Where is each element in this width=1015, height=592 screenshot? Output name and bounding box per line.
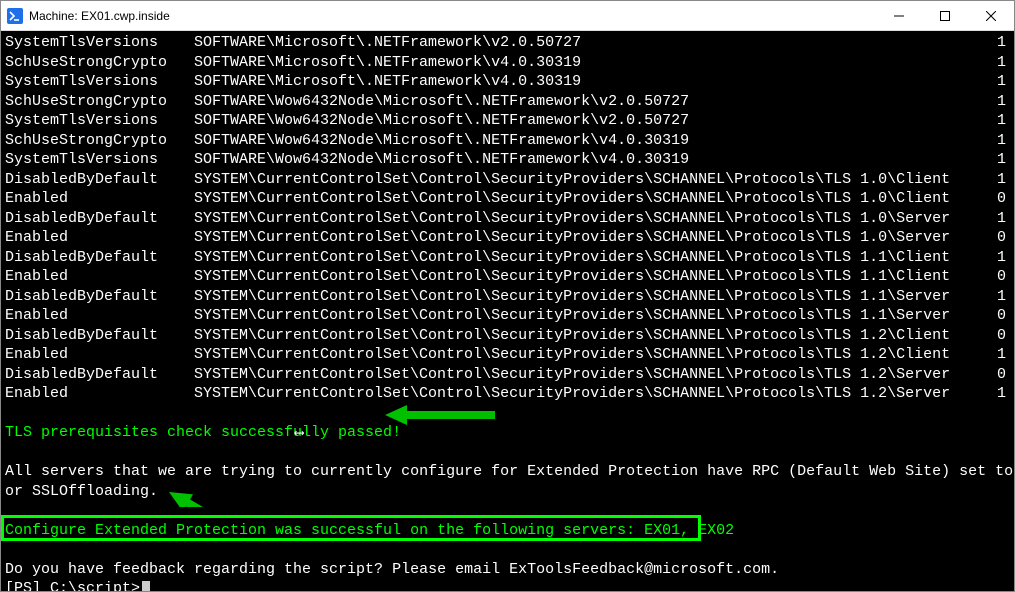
registry-key: Enabled xyxy=(5,384,194,404)
registry-key: SystemTlsVersions xyxy=(5,33,194,53)
registry-key: Enabled xyxy=(5,345,194,365)
registry-row: EnabledSYSTEM\CurrentControlSet\Control\… xyxy=(5,345,1010,365)
success-line: Configure Extended Protection was succes… xyxy=(5,521,1010,541)
registry-value: 0 xyxy=(983,326,1010,346)
registry-path: SOFTWARE\Wow6432Node\Microsoft\.NETFrame… xyxy=(194,150,983,170)
registry-key: Enabled xyxy=(5,267,194,287)
registry-value: 0 xyxy=(983,267,1010,287)
registry-key: SchUseStrongCrypto xyxy=(5,92,194,112)
registry-row: SystemTlsVersionsSOFTWARE\Wow6432Node\Mi… xyxy=(5,150,1010,170)
registry-path: SYSTEM\CurrentControlSet\Control\Securit… xyxy=(194,189,983,209)
app-window: Machine: EX01.cwp.inside SystemTlsVersio… xyxy=(0,0,1015,592)
cursor-icon xyxy=(142,581,150,591)
registry-path: SYSTEM\CurrentControlSet\Control\Securit… xyxy=(194,248,983,268)
blank-line xyxy=(5,443,1010,463)
registry-key: SystemTlsVersions xyxy=(5,111,194,131)
registry-path: SYSTEM\CurrentControlSet\Control\Securit… xyxy=(194,267,983,287)
registry-row: DisabledByDefaultSYSTEM\CurrentControlSe… xyxy=(5,248,1010,268)
registry-row: SchUseStrongCryptoSOFTWARE\Wow6432Node\M… xyxy=(5,131,1010,151)
registry-path: SYSTEM\CurrentControlSet\Control\Securit… xyxy=(194,170,983,190)
maximize-button[interactable] xyxy=(922,1,968,31)
registry-path: SOFTWARE\Microsoft\.NETFramework\v4.0.30… xyxy=(194,72,983,92)
registry-value: 1 xyxy=(983,384,1010,404)
registry-path: SOFTWARE\Wow6432Node\Microsoft\.NETFrame… xyxy=(194,131,983,151)
registry-value: 1 xyxy=(983,92,1010,112)
registry-row: SystemTlsVersionsSOFTWARE\Microsoft\.NET… xyxy=(5,72,1010,92)
registry-path: SYSTEM\CurrentControlSet\Control\Securit… xyxy=(194,365,983,385)
registry-value: 1 xyxy=(983,209,1010,229)
servers-note-line1: All servers that we are trying to curren… xyxy=(5,462,1010,482)
registry-row: SystemTlsVersionsSOFTWARE\Wow6432Node\Mi… xyxy=(5,111,1010,131)
registry-row: DisabledByDefaultSYSTEM\CurrentControlSe… xyxy=(5,326,1010,346)
registry-row: EnabledSYSTEM\CurrentControlSet\Control\… xyxy=(5,267,1010,287)
registry-path: SYSTEM\CurrentControlSet\Control\Securit… xyxy=(194,306,983,326)
registry-value: 1 xyxy=(983,53,1010,73)
registry-value: 1 xyxy=(983,111,1010,131)
registry-path: SYSTEM\CurrentControlSet\Control\Securit… xyxy=(194,326,983,346)
registry-value: 1 xyxy=(983,248,1010,268)
registry-key: SystemTlsVersions xyxy=(5,150,194,170)
registry-row: DisabledByDefaultSYSTEM\CurrentControlSe… xyxy=(5,365,1010,385)
powershell-icon xyxy=(7,8,23,24)
registry-key: SystemTlsVersions xyxy=(5,72,194,92)
tls-ok-line: TLS prerequisites check successfully pas… xyxy=(5,423,1010,443)
registry-key: DisabledByDefault xyxy=(5,248,194,268)
registry-path: SOFTWARE\Wow6432Node\Microsoft\.NETFrame… xyxy=(194,111,983,131)
registry-path: SYSTEM\CurrentControlSet\Control\Securit… xyxy=(194,228,983,248)
prompt-text: [PS] C:\script> xyxy=(5,579,140,591)
registry-row: EnabledSYSTEM\CurrentControlSet\Control\… xyxy=(5,228,1010,248)
registry-path: SYSTEM\CurrentControlSet\Control\Securit… xyxy=(194,209,983,229)
registry-row: SchUseStrongCryptoSOFTWARE\Microsoft\.NE… xyxy=(5,53,1010,73)
registry-path: SYSTEM\CurrentControlSet\Control\Securit… xyxy=(194,384,983,404)
registry-key: DisabledByDefault xyxy=(5,287,194,307)
registry-path: SOFTWARE\Microsoft\.NETFramework\v2.0.50… xyxy=(194,33,983,53)
registry-value: 0 xyxy=(983,365,1010,385)
registry-row: EnabledSYSTEM\CurrentControlSet\Control\… xyxy=(5,384,1010,404)
registry-value: 1 xyxy=(983,33,1010,53)
minimize-button[interactable] xyxy=(876,1,922,31)
registry-path: SYSTEM\CurrentControlSet\Control\Securit… xyxy=(194,287,983,307)
registry-row: SystemTlsVersionsSOFTWARE\Microsoft\.NET… xyxy=(5,33,1010,53)
registry-value: 1 xyxy=(983,131,1010,151)
registry-value: 0 xyxy=(983,189,1010,209)
registry-key: Enabled xyxy=(5,228,194,248)
registry-key: DisabledByDefault xyxy=(5,365,194,385)
registry-key: SchUseStrongCrypto xyxy=(5,131,194,151)
registry-key: DisabledByDefault xyxy=(5,170,194,190)
registry-value: 1 xyxy=(983,287,1010,307)
registry-key: DisabledByDefault xyxy=(5,209,194,229)
feedback-line: Do you have feedback regarding the scrip… xyxy=(5,560,1010,580)
registry-path: SOFTWARE\Microsoft\.NETFramework\v4.0.30… xyxy=(194,53,983,73)
registry-value: 0 xyxy=(983,306,1010,326)
registry-value: 1 xyxy=(983,170,1010,190)
registry-key: DisabledByDefault xyxy=(5,326,194,346)
registry-row: DisabledByDefaultSYSTEM\CurrentControlSe… xyxy=(5,209,1010,229)
prompt-line: [PS] C:\script> xyxy=(5,579,1010,591)
registry-row: DisabledByDefaultSYSTEM\CurrentControlSe… xyxy=(5,170,1010,190)
close-button[interactable] xyxy=(968,1,1014,31)
registry-path: SYSTEM\CurrentControlSet\Control\Securit… xyxy=(194,345,983,365)
registry-row: EnabledSYSTEM\CurrentControlSet\Control\… xyxy=(5,306,1010,326)
registry-key: SchUseStrongCrypto xyxy=(5,53,194,73)
registry-row: EnabledSYSTEM\CurrentControlSet\Control\… xyxy=(5,189,1010,209)
registry-row: SchUseStrongCryptoSOFTWARE\Wow6432Node\M… xyxy=(5,92,1010,112)
registry-key: Enabled xyxy=(5,189,194,209)
registry-key: Enabled xyxy=(5,306,194,326)
terminal-output[interactable]: SystemTlsVersionsSOFTWARE\Microsoft\.NET… xyxy=(1,31,1014,591)
blank-line xyxy=(5,501,1010,521)
registry-row: DisabledByDefaultSYSTEM\CurrentControlSe… xyxy=(5,287,1010,307)
blank-line xyxy=(5,404,1010,424)
registry-value: 1 xyxy=(983,345,1010,365)
registry-path: SOFTWARE\Wow6432Node\Microsoft\.NETFrame… xyxy=(194,92,983,112)
registry-value: 1 xyxy=(983,150,1010,170)
registry-value: 0 xyxy=(983,228,1010,248)
blank-line xyxy=(5,540,1010,560)
servers-note-line2: or SSLOffloading. xyxy=(5,482,1010,502)
registry-value: 1 xyxy=(983,72,1010,92)
window-title: Machine: EX01.cwp.inside xyxy=(29,9,170,23)
titlebar[interactable]: Machine: EX01.cwp.inside xyxy=(1,1,1014,31)
